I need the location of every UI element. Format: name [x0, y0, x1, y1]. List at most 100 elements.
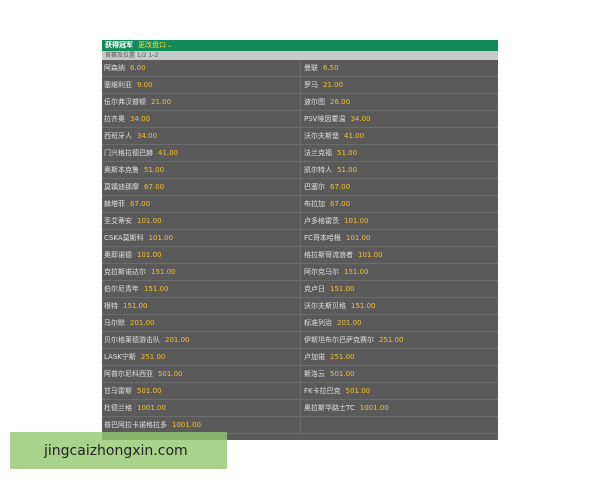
- odds-value[interactable]: 51.00: [337, 166, 357, 174]
- odds-value[interactable]: 501.00: [330, 370, 355, 378]
- team-name: 法兰克福: [304, 149, 332, 157]
- odds-value[interactable]: 34.00: [130, 115, 150, 123]
- odds-value[interactable]: 101.00: [137, 217, 162, 225]
- odds-value[interactable]: 201.00: [130, 319, 155, 327]
- odds-value[interactable]: 151.00: [351, 302, 376, 310]
- team-name: CSKA莫斯科: [104, 234, 144, 242]
- odds-value[interactable]: 151.00: [123, 302, 148, 310]
- selection-cell[interactable]: 沃尔夫斯贝格 151.00: [300, 298, 498, 315]
- team-name: 布拉加: [304, 200, 325, 208]
- selection-cell[interactable]: 波尔图 26.00: [300, 94, 498, 111]
- selection-cell[interactable]: FC哥本哈根 101.00: [300, 230, 498, 247]
- odds-value[interactable]: 67.00: [130, 200, 150, 208]
- odds-value[interactable]: 9.00: [137, 81, 153, 89]
- selection-cell[interactable]: 拉齐奥 34.00: [102, 111, 300, 128]
- odds-value[interactable]: 1001.00: [360, 404, 389, 412]
- team-name: 格拉斯哥流浪者: [304, 251, 353, 259]
- team-name: 奥拉斯华路士TC: [304, 404, 355, 412]
- selection-cell[interactable]: 甘马雷斯 501.00: [102, 383, 300, 400]
- odds-value[interactable]: 101.00: [346, 234, 371, 242]
- odds-value[interactable]: 501.00: [158, 370, 183, 378]
- odds-value[interactable]: 501.00: [137, 387, 162, 395]
- selection-cell[interactable]: 西班牙人 34.00: [102, 128, 300, 145]
- selection-cell[interactable]: 奥拉斯华路士TC 1001.00: [300, 400, 498, 417]
- selection-cell[interactable]: 马尔默 201.00: [102, 315, 300, 332]
- odds-value[interactable]: 51.00: [144, 166, 164, 174]
- selection-cell[interactable]: LASK宁斯 251.00: [102, 349, 300, 366]
- selection-cell[interactable]: 伯尔尼青年 151.00: [102, 281, 300, 298]
- selection-cell[interactable]: 卢多格雷茨 101.00: [300, 213, 498, 230]
- selection-cell[interactable]: 布拉加 67.00: [300, 196, 498, 213]
- selection-cell[interactable]: 克拉斯诺达尔 151.00: [102, 264, 300, 281]
- selection-cell[interactable]: 罗马 21.00: [300, 77, 498, 94]
- selection-cell[interactable]: 凯尔特人 51.00: [300, 162, 498, 179]
- outright-odds-panel: 获得冠军 更改盘口 ⌄ 首赛及位置 1/2 1-2 阿森纳 6.00 曼联 6.50 塞…: [102, 40, 498, 440]
- odds-value[interactable]: 151.00: [344, 268, 369, 276]
- selection-cell[interactable]: 根特 151.00: [102, 298, 300, 315]
- odds-value[interactable]: 101.00: [358, 251, 383, 259]
- selection-cell[interactable]: PSV埃因霍温 34.00: [300, 111, 498, 128]
- selection-cell[interactable]: 圣艾蒂安 101.00: [102, 213, 300, 230]
- selection-cell[interactable]: 奥斯本克鲁 51.00: [102, 162, 300, 179]
- odds-value[interactable]: 26.00: [330, 98, 350, 106]
- team-name: 巴塞尔: [304, 183, 325, 191]
- market-subheader: 首赛及位置 1/2 1-2: [102, 51, 498, 60]
- selection-cell[interactable]: 法兰克福 51.00: [300, 145, 498, 162]
- odds-value[interactable]: 1001.00: [137, 404, 166, 412]
- odds-value[interactable]: 251.00: [141, 353, 166, 361]
- selection-cell[interactable]: 巴塞尔 67.00: [300, 179, 498, 196]
- selection-cell[interactable]: 杜德兰格 1001.00: [102, 400, 300, 417]
- selection-cell[interactable]: 阿普尔尼科西亚 501.00: [102, 366, 300, 383]
- odds-value[interactable]: 251.00: [330, 353, 355, 361]
- odds-value[interactable]: 51.00: [337, 149, 357, 157]
- odds-value[interactable]: 41.00: [158, 149, 178, 157]
- change-market-button[interactable]: 更改盘口: [138, 40, 166, 51]
- selection-cell[interactable]: 莫镇迪那摩 67.00: [102, 179, 300, 196]
- odds-value[interactable]: 6.50: [323, 64, 339, 72]
- team-name: FK卡拉巴克: [304, 387, 341, 395]
- odds-value[interactable]: 34.00: [350, 115, 370, 123]
- odds-value[interactable]: 151.00: [151, 268, 176, 276]
- selection-cell[interactable]: 贝尔格莱德游击队 201.00: [102, 332, 300, 349]
- odds-value[interactable]: 34.00: [137, 132, 157, 140]
- odds-value[interactable]: 251.00: [379, 336, 404, 344]
- selection-cell[interactable]: 赫塔菲 67.00: [102, 196, 300, 213]
- selection-cell[interactable]: 斯洛云 501.00: [300, 366, 498, 383]
- odds-value[interactable]: 101.00: [344, 217, 369, 225]
- selection-cell[interactable]: 伊斯坦布尔巴萨克赛尔 251.00: [300, 332, 498, 349]
- odds-value[interactable]: 21.00: [323, 81, 343, 89]
- selection-cell[interactable]: CSKA莫斯科 101.00: [102, 230, 300, 247]
- selection-cell[interactable]: 奥耶诺德 101.00: [102, 247, 300, 264]
- odds-value[interactable]: 1001.00: [172, 421, 201, 429]
- selection-cell[interactable]: [300, 417, 498, 434]
- selection-cell[interactable]: FK卡拉巴克 501.00: [300, 383, 498, 400]
- odds-value[interactable]: 151.00: [144, 285, 169, 293]
- odds-value[interactable]: 151.00: [330, 285, 355, 293]
- odds-value[interactable]: 67.00: [144, 183, 164, 191]
- odds-value[interactable]: 201.00: [337, 319, 362, 327]
- odds-value[interactable]: 67.00: [330, 183, 350, 191]
- selection-cell[interactable]: 卢加诺 251.00: [300, 349, 498, 366]
- selection-cell[interactable]: 曼联 6.50: [300, 60, 498, 77]
- selection-cell[interactable]: 阿森纳 6.00: [102, 60, 300, 77]
- selection-cell[interactable]: 塞维利亚 9.00: [102, 77, 300, 94]
- selection-cell[interactable]: 标准列治 201.00: [300, 315, 498, 332]
- odds-value[interactable]: 501.00: [346, 387, 371, 395]
- odds-value[interactable]: 41.00: [344, 132, 364, 140]
- chevron-down-icon[interactable]: ⌄: [167, 40, 172, 51]
- selection-cell[interactable]: 沃尔夫斯堡 41.00: [300, 128, 498, 145]
- team-name: 沃尔夫斯堡: [304, 132, 339, 140]
- selection-cell[interactable]: 格拉斯哥流浪者 101.00: [300, 247, 498, 264]
- selection-cell[interactable]: 门兴格拉德巴赫 41.00: [102, 145, 300, 162]
- team-name: 伯尔尼青年: [104, 285, 139, 293]
- team-name: 波尔图: [304, 98, 325, 106]
- odds-value[interactable]: 101.00: [137, 251, 162, 259]
- odds-value[interactable]: 101.00: [149, 234, 174, 242]
- odds-value[interactable]: 21.00: [151, 98, 171, 106]
- selection-cell[interactable]: 阿尔克马尔 151.00: [300, 264, 498, 281]
- odds-value[interactable]: 67.00: [330, 200, 350, 208]
- selection-cell[interactable]: 伍尔弗汉普顿 21.00: [102, 94, 300, 111]
- odds-value[interactable]: 6.00: [130, 64, 146, 72]
- odds-value[interactable]: 201.00: [165, 336, 190, 344]
- selection-cell[interactable]: 克卢日 151.00: [300, 281, 498, 298]
